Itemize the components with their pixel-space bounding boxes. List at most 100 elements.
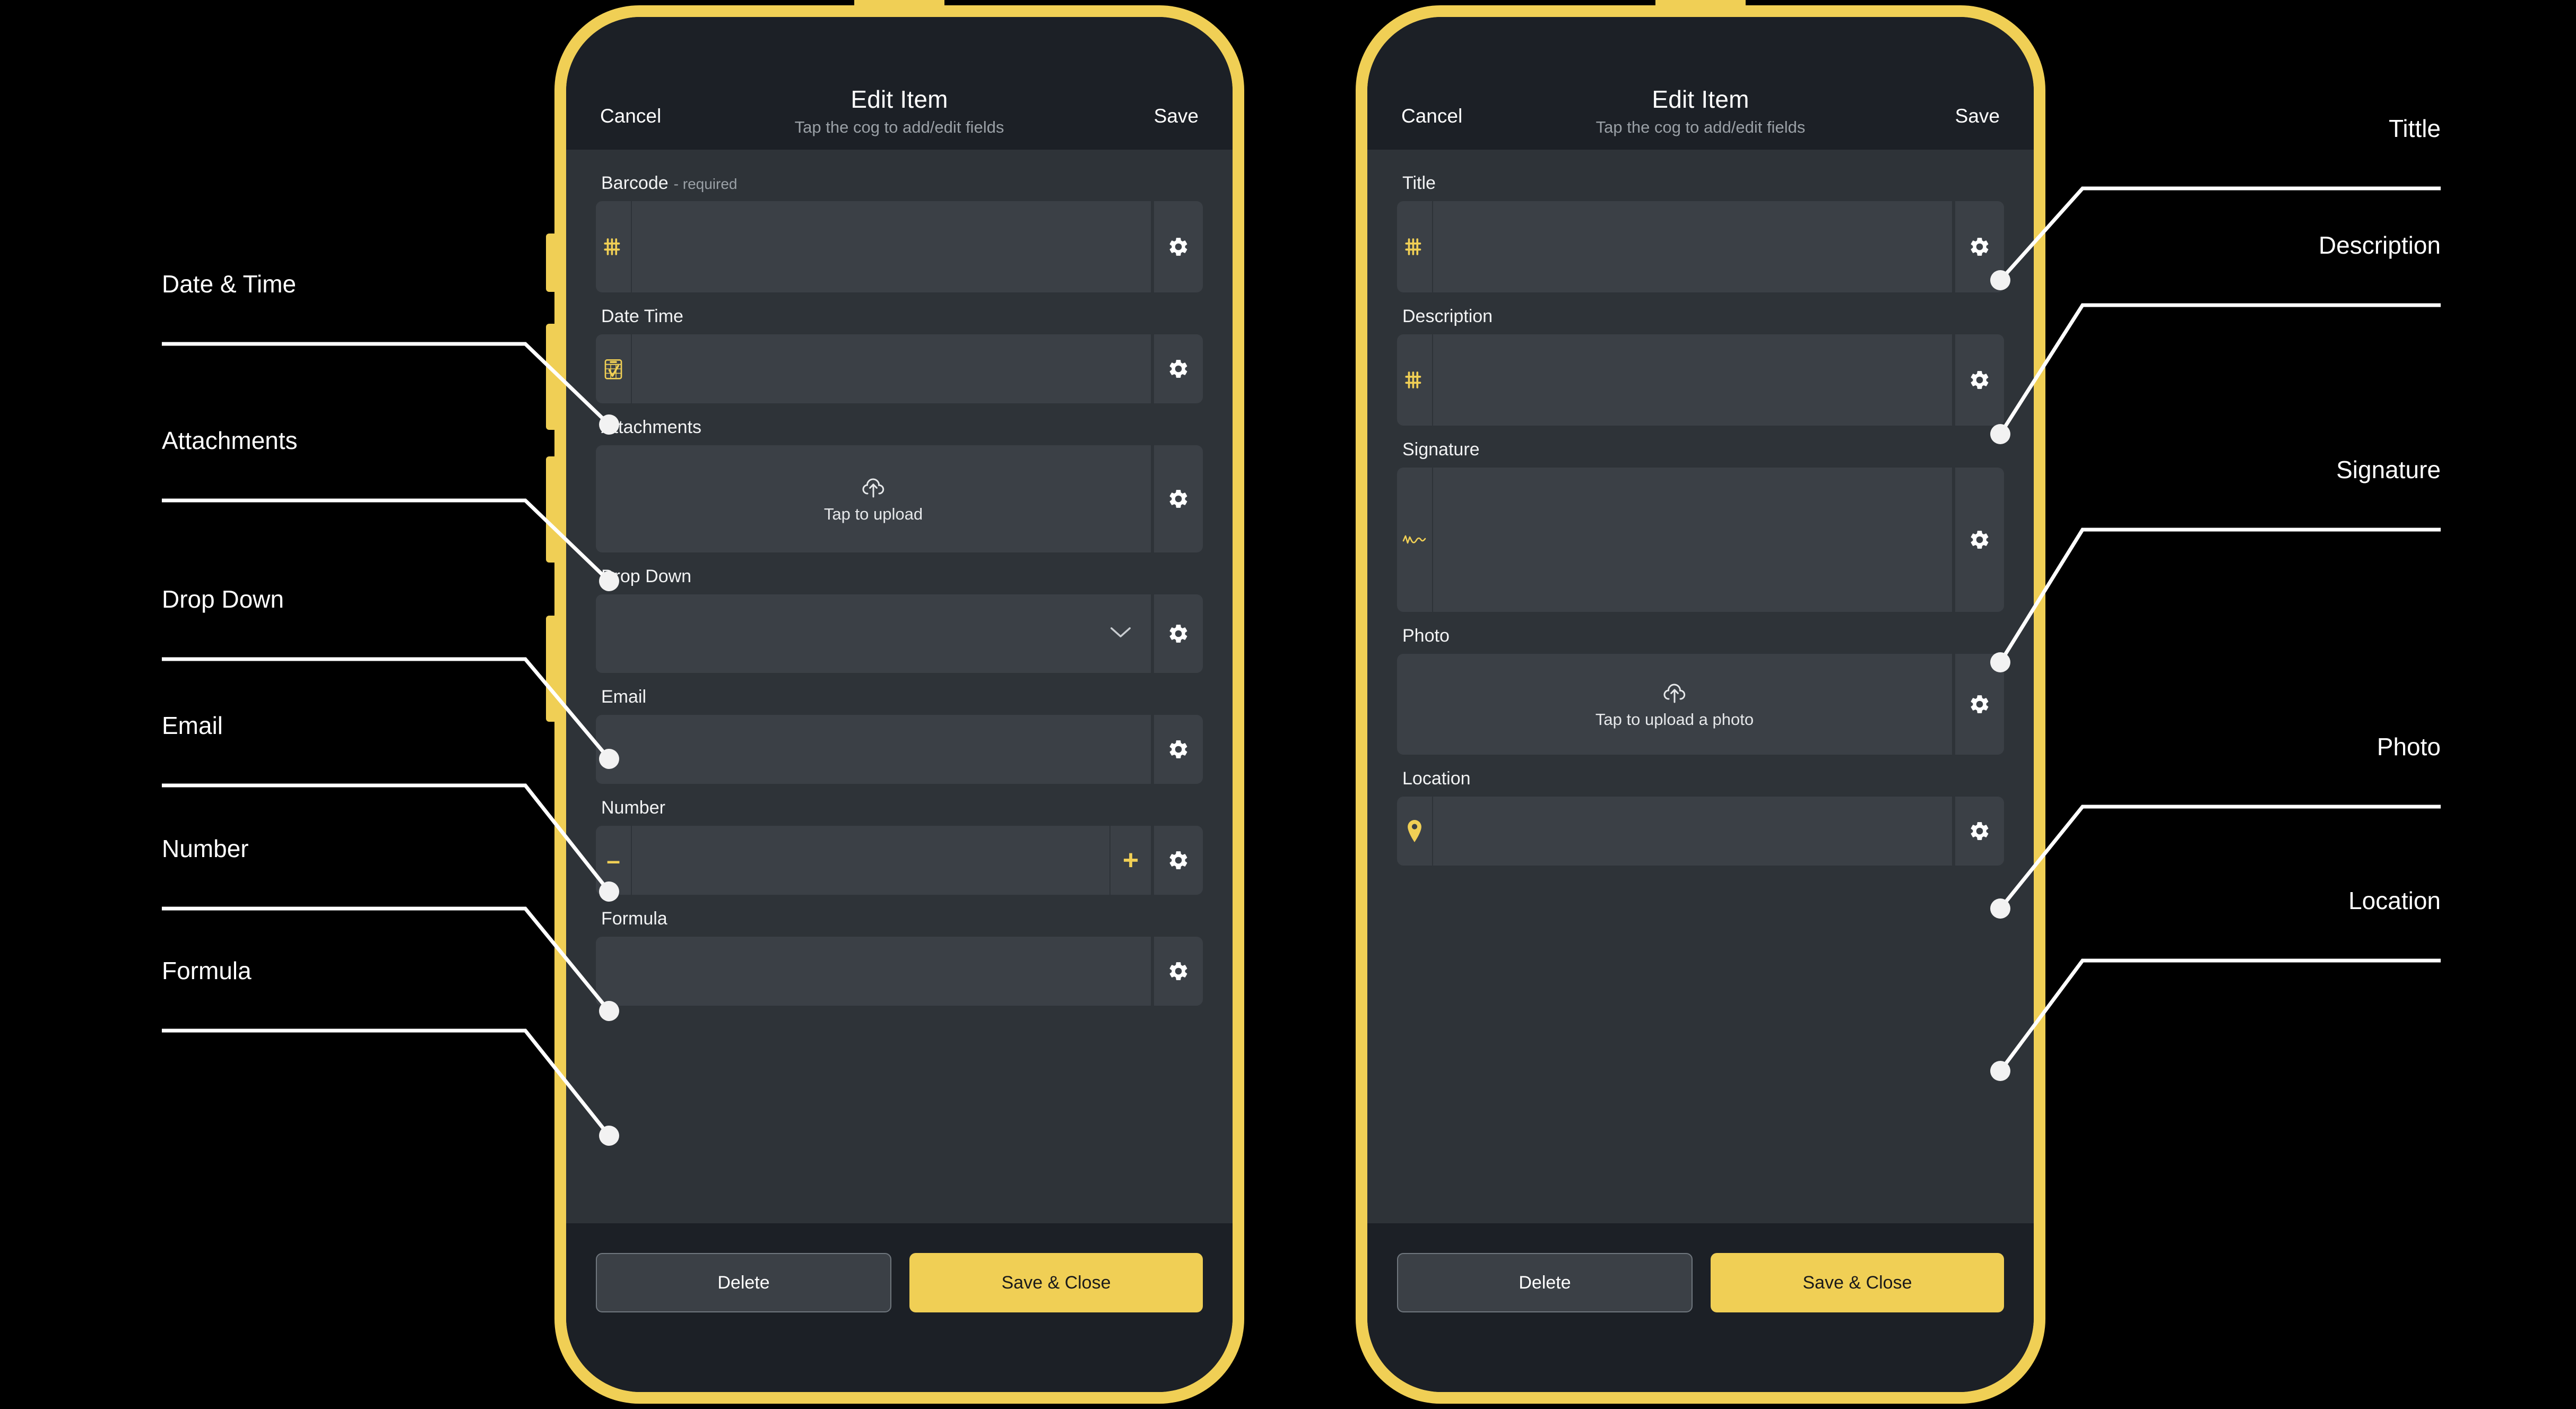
annotation-drop-down: Drop Down <box>162 585 284 613</box>
right-footer: Delete Save & Close <box>1367 1223 2034 1392</box>
field-row[interactable] <box>1397 797 2004 866</box>
field-label-row: Drop Down <box>601 566 1203 587</box>
field-number: Number – + <box>596 798 1203 895</box>
attachments-upload-area[interactable]: Tap to upload <box>596 445 1151 552</box>
save-and-close-button[interactable]: Save & Close <box>1711 1253 2004 1312</box>
page-title: Edit Item <box>851 85 948 113</box>
barcode-input[interactable] <box>632 201 1151 292</box>
photo-upload-area[interactable]: Tap to upload a photo <box>1397 654 1952 755</box>
field-row[interactable] <box>1397 468 2004 612</box>
gear-icon[interactable] <box>1151 826 1203 895</box>
number-input[interactable] <box>632 826 1109 895</box>
phone-side-button-mute[interactable] <box>546 234 556 292</box>
description-input[interactable] <box>1433 334 1952 426</box>
gear-icon[interactable] <box>1151 201 1203 292</box>
phone-side-button-volume-down[interactable] <box>546 456 556 563</box>
field-row[interactable] <box>596 594 1203 673</box>
delete-button[interactable]: Delete <box>1397 1253 1693 1312</box>
date-time-input[interactable] <box>632 334 1151 403</box>
composite-stage: Cancel Edit Item Tap the cog to add/edit… <box>0 0 2576 1409</box>
gear-icon[interactable] <box>1952 468 2004 612</box>
field-row[interactable]: Tap to upload <box>596 445 1203 552</box>
field-attachments: Attachments Tap to upload <box>596 417 1203 552</box>
left-phone-frame: Cancel Edit Item Tap the cog to add/edit… <box>546 0 1244 1404</box>
field-row[interactable] <box>596 715 1203 784</box>
field-row[interactable] <box>596 937 1203 1006</box>
left-phone-screen: Cancel Edit Item Tap the cog to add/edit… <box>566 17 1233 1392</box>
phone-top-tab <box>854 0 944 16</box>
field-row[interactable]: Tap to upload a photo <box>1397 654 2004 755</box>
increment-button[interactable]: + <box>1109 826 1151 895</box>
field-label-row: Number <box>601 798 1203 818</box>
location-input[interactable] <box>1433 797 1952 866</box>
annotation-number: Number <box>162 835 249 862</box>
field-date-time: Date Time <box>596 306 1203 403</box>
left-header: Cancel Edit Item Tap the cog to add/edit… <box>566 17 1233 150</box>
gear-icon[interactable] <box>1952 334 2004 426</box>
decrement-button[interactable]: – <box>596 826 632 895</box>
email-input[interactable] <box>596 715 1151 784</box>
gear-icon[interactable] <box>1952 797 2004 866</box>
annotation-date-time: Date & Time <box>162 270 297 298</box>
annotation-signature: Signature <box>2336 456 2441 483</box>
field-label-row: Title <box>1402 173 2004 194</box>
annotation-attachments: Attachments <box>162 427 298 454</box>
field-label-row: Attachments <box>601 417 1203 438</box>
gear-icon[interactable] <box>1952 201 2004 292</box>
field-label-row: Photo <box>1402 626 2004 646</box>
field-row[interactable] <box>596 334 1203 403</box>
page-subtitle: Tap the cog to add/edit fields <box>794 118 1004 136</box>
field-signature: Signature <box>1397 439 2004 612</box>
annotation-tittle: Tittle <box>2389 115 2441 142</box>
save-button[interactable]: Save <box>1955 105 2000 127</box>
map-pin-icon <box>1397 797 1433 866</box>
barcode-icon <box>596 201 632 292</box>
annotation-email: Email <box>162 712 223 739</box>
chevron-down-icon <box>1108 625 1133 643</box>
gear-icon[interactable] <box>1151 937 1203 1006</box>
field-label-row: Barcode - required <box>601 173 1203 194</box>
drop-down-select[interactable] <box>596 594 1151 673</box>
formula-input[interactable] <box>596 937 1151 1006</box>
barcode-icon <box>1397 334 1433 426</box>
field-label-row: Description <box>1402 306 2004 327</box>
field-label: Title <box>1402 173 1436 193</box>
field-barcode: Barcode - required <box>596 173 1203 292</box>
upload-label: Tap to upload <box>823 505 923 523</box>
minus-icon: – <box>606 846 620 874</box>
field-label-row: Signature <box>1402 439 2004 460</box>
annotation-leader-lines <box>162 186 2441 1146</box>
gear-icon[interactable] <box>1151 594 1203 673</box>
field-required-note: - required <box>673 176 738 192</box>
gear-icon[interactable] <box>1151 715 1203 784</box>
field-label: Email <box>601 687 647 707</box>
phone-side-button-power[interactable] <box>546 616 556 722</box>
gear-icon[interactable] <box>1151 445 1203 552</box>
annotation-location: Location <box>2348 887 2441 914</box>
delete-button[interactable]: Delete <box>596 1253 891 1312</box>
field-label-row: Formula <box>601 909 1203 929</box>
gear-icon[interactable] <box>1952 654 2004 755</box>
field-row[interactable] <box>1397 334 2004 426</box>
calendar-check-icon <box>596 334 632 403</box>
right-phone-screen: Cancel Edit Item Tap the cog to add/edit… <box>1367 17 2034 1392</box>
gear-icon[interactable] <box>1151 334 1203 403</box>
field-label-row: Location <box>1402 768 2004 789</box>
upload-placeholder: Tap to upload <box>824 474 923 524</box>
save-button[interactable]: Save <box>1154 105 1199 127</box>
field-row[interactable] <box>1397 201 2004 292</box>
field-label-row: Date Time <box>601 306 1203 327</box>
phone-side-button-volume-up[interactable] <box>546 324 556 430</box>
signature-canvas[interactable] <box>1433 468 1952 612</box>
left-field-list: Barcode - required Date Time Attachments… <box>566 150 1233 1223</box>
field-label: Drop Down <box>601 566 692 586</box>
field-label: Attachments <box>601 417 701 437</box>
right-phone-frame: Cancel Edit Item Tap the cog to add/edit… <box>1356 0 2045 1404</box>
save-and-close-button[interactable]: Save & Close <box>909 1253 1203 1312</box>
title-input[interactable] <box>1433 201 1952 292</box>
field-row[interactable] <box>596 201 1203 292</box>
field-label: Formula <box>601 909 667 929</box>
field-row[interactable]: – + <box>596 826 1203 895</box>
field-label: Barcode <box>601 173 669 193</box>
annotation-formula: Formula <box>162 957 251 984</box>
